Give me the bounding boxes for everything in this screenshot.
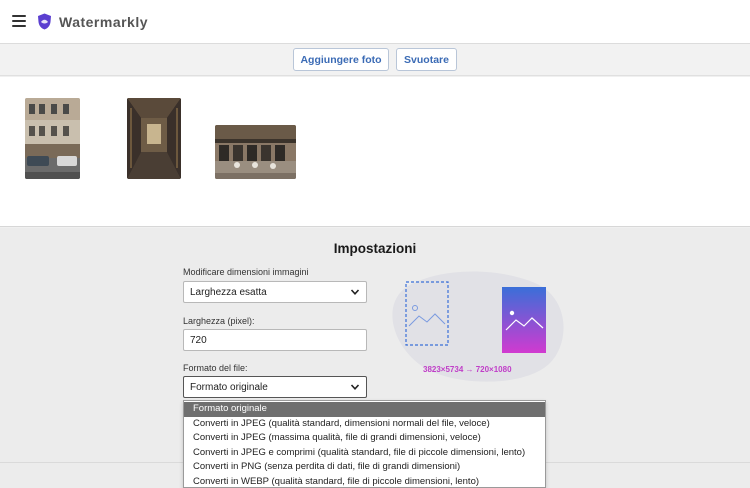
resize-mode-select[interactable]: Larghezza esatta	[183, 281, 367, 303]
file-format-dropdown: Formato originale Converti in JPEG (qual…	[183, 400, 546, 488]
toolbar: Aggiungere foto Svuotare	[0, 44, 750, 76]
settings-title: Impostazioni	[333, 241, 417, 256]
image-thumbnail[interactable]	[127, 98, 181, 179]
image-thumbnail[interactable]	[25, 98, 80, 179]
clear-button[interactable]: Svuotare	[396, 48, 457, 71]
file-format-select[interactable]: Formato originale	[183, 376, 367, 398]
resize-label: Modificare dimensioni immagini	[183, 267, 309, 277]
format-option[interactable]: Formato originale	[184, 402, 545, 417]
chevron-down-icon	[350, 289, 360, 295]
add-photos-button[interactable]: Aggiungere foto	[293, 48, 389, 71]
logo-shield-icon	[38, 13, 51, 30]
dimensions-text: 3823×5734 → 720×1080	[423, 365, 512, 374]
format-option[interactable]: Converti in WEBP (qualità standard, file…	[184, 475, 545, 488]
format-option[interactable]: Converti in JPEG (qualità standard, dime…	[184, 417, 545, 432]
format-option[interactable]: Converti in JPEG (massima qualità, file …	[184, 431, 545, 446]
width-label: Larghezza (pixel):	[183, 316, 255, 326]
file-format-label: Formato del file:	[183, 363, 248, 373]
chevron-down-icon	[350, 384, 360, 390]
width-input[interactable]: 720	[183, 329, 367, 351]
file-format-value: Formato originale	[190, 381, 268, 393]
app-title: Watermarkly	[59, 14, 149, 30]
resize-mode-value: Larghezza esatta	[190, 286, 267, 298]
image-gallery	[0, 77, 750, 227]
app-header: Watermarkly	[0, 0, 750, 44]
format-option[interactable]: Converti in JPEG e comprimi (qualità sta…	[184, 446, 545, 461]
image-thumbnail[interactable]	[215, 125, 296, 179]
hamburger-menu-icon[interactable]	[12, 15, 26, 27]
format-option[interactable]: Converti in PNG (senza perdita di dati, …	[184, 460, 545, 475]
